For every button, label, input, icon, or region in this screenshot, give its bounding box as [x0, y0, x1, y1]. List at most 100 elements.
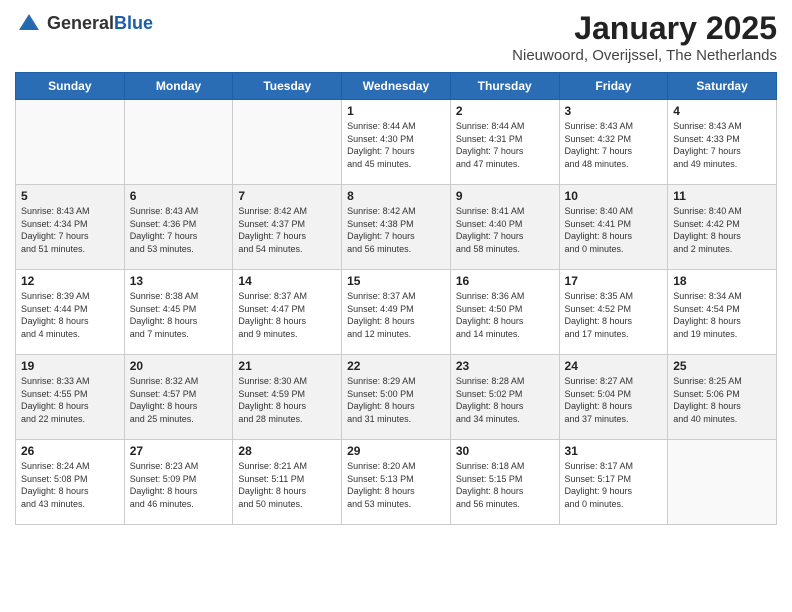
calendar-subtitle: Nieuwoord, Overijssel, The Netherlands — [512, 47, 777, 64]
logo: GeneralBlue — [15, 10, 153, 38]
day-number: 30 — [456, 444, 554, 458]
day-number: 15 — [347, 274, 445, 288]
day-info: Sunrise: 8:40 AM Sunset: 4:42 PM Dayligh… — [673, 205, 771, 255]
day-info: Sunrise: 8:37 AM Sunset: 4:47 PM Dayligh… — [238, 290, 336, 340]
day-cell: 2 Sunrise: 8:44 AM Sunset: 4:31 PM Daylig… — [450, 100, 559, 185]
day-number: 26 — [21, 444, 119, 458]
day-cell: 9 Sunrise: 8:41 AM Sunset: 4:40 PM Daylig… — [450, 185, 559, 270]
day-number: 27 — [130, 444, 228, 458]
day-number: 7 — [238, 189, 336, 203]
day-cell: 7 Sunrise: 8:42 AM Sunset: 4:37 PM Daylig… — [233, 185, 342, 270]
day-info: Sunrise: 8:24 AM Sunset: 5:08 PM Dayligh… — [21, 460, 119, 510]
day-info: Sunrise: 8:43 AM Sunset: 4:32 PM Dayligh… — [565, 120, 663, 170]
header-cell-wednesday: Wednesday — [342, 73, 451, 100]
day-cell: 16 Sunrise: 8:36 AM Sunset: 4:50 PM Dayli… — [450, 270, 559, 355]
day-number: 2 — [456, 104, 554, 118]
day-number: 4 — [673, 104, 771, 118]
day-cell: 13 Sunrise: 8:38 AM Sunset: 4:45 PM Dayli… — [124, 270, 233, 355]
day-number: 24 — [565, 359, 663, 373]
day-info: Sunrise: 8:40 AM Sunset: 4:41 PM Dayligh… — [565, 205, 663, 255]
day-cell: 31 Sunrise: 8:17 AM Sunset: 5:17 PM Dayli… — [559, 440, 668, 525]
day-cell: 11 Sunrise: 8:40 AM Sunset: 4:42 PM Dayli… — [668, 185, 777, 270]
day-number: 31 — [565, 444, 663, 458]
day-info: Sunrise: 8:39 AM Sunset: 4:44 PM Dayligh… — [21, 290, 119, 340]
day-cell: 25Sunrise: 8:25 AM Sunset: 5:06 PM Dayli… — [668, 355, 777, 440]
day-cell: 17Sunrise: 8:35 AM Sunset: 4:52 PM Dayli… — [559, 270, 668, 355]
day-info: Sunrise: 8:18 AM Sunset: 5:15 PM Dayligh… — [456, 460, 554, 510]
logo-text-blue: Blue — [114, 13, 153, 33]
header-cell-monday: Monday — [124, 73, 233, 100]
day-cell: 27 Sunrise: 8:23 AM Sunset: 5:09 PM Dayli… — [124, 440, 233, 525]
day-cell — [233, 100, 342, 185]
day-cell: 1 Sunrise: 8:44 AM Sunset: 4:30 PM Daylig… — [342, 100, 451, 185]
header-cell-sunday: Sunday — [16, 73, 125, 100]
header-cell-thursday: Thursday — [450, 73, 559, 100]
day-number: 28 — [238, 444, 336, 458]
day-number: 8 — [347, 189, 445, 203]
day-cell: 29Sunrise: 8:20 AM Sunset: 5:13 PM Dayli… — [342, 440, 451, 525]
day-cell — [124, 100, 233, 185]
day-info: Sunrise: 8:27 AM Sunset: 5:04 PM Dayligh… — [565, 375, 663, 425]
header: GeneralBlue January 2025 Nieuwoord, Over… — [15, 10, 777, 64]
day-number: 5 — [21, 189, 119, 203]
calendar-table: SundayMondayTuesdayWednesdayThursdayFrid… — [15, 72, 777, 525]
day-info: Sunrise: 8:33 AM Sunset: 4:55 PM Dayligh… — [21, 375, 119, 425]
day-number: 11 — [673, 189, 771, 203]
day-info: Sunrise: 8:30 AM Sunset: 4:59 PM Dayligh… — [238, 375, 336, 425]
day-cell: 28 Sunrise: 8:21 AM Sunset: 5:11 PM Dayli… — [233, 440, 342, 525]
day-info: Sunrise: 8:25 AM Sunset: 5:06 PM Dayligh… — [673, 375, 771, 425]
day-cell: 15 Sunrise: 8:37 AM Sunset: 4:49 PM Dayli… — [342, 270, 451, 355]
day-cell — [16, 100, 125, 185]
day-number: 19 — [21, 359, 119, 373]
day-info: Sunrise: 8:44 AM Sunset: 4:31 PM Dayligh… — [456, 120, 554, 170]
day-info: Sunrise: 8:36 AM Sunset: 4:50 PM Dayligh… — [456, 290, 554, 340]
day-number: 12 — [21, 274, 119, 288]
header-row: SundayMondayTuesdayWednesdayThursdayFrid… — [16, 73, 777, 100]
day-cell: 5 Sunrise: 8:43 AM Sunset: 4:34 PM Daylig… — [16, 185, 125, 270]
calendar-title: January 2025 — [512, 10, 777, 47]
day-info: Sunrise: 8:41 AM Sunset: 4:40 PM Dayligh… — [456, 205, 554, 255]
day-cell: 23Sunrise: 8:28 AM Sunset: 5:02 PM Dayli… — [450, 355, 559, 440]
day-number: 22 — [347, 359, 445, 373]
day-info: Sunrise: 8:44 AM Sunset: 4:30 PM Dayligh… — [347, 120, 445, 170]
day-cell: 14Sunrise: 8:37 AM Sunset: 4:47 PM Dayli… — [233, 270, 342, 355]
day-number: 29 — [347, 444, 445, 458]
header-cell-saturday: Saturday — [668, 73, 777, 100]
day-number: 13 — [130, 274, 228, 288]
day-cell: 10 Sunrise: 8:40 AM Sunset: 4:41 PM Dayli… — [559, 185, 668, 270]
day-number: 23 — [456, 359, 554, 373]
day-number: 18 — [673, 274, 771, 288]
day-cell: 19 Sunrise: 8:33 AM Sunset: 4:55 PM Dayli… — [16, 355, 125, 440]
day-cell: 12 Sunrise: 8:39 AM Sunset: 4:44 PM Dayli… — [16, 270, 125, 355]
day-info: Sunrise: 8:43 AM Sunset: 4:36 PM Dayligh… — [130, 205, 228, 255]
day-info: Sunrise: 8:32 AM Sunset: 4:57 PM Dayligh… — [130, 375, 228, 425]
day-number: 16 — [456, 274, 554, 288]
day-number: 9 — [456, 189, 554, 203]
header-cell-friday: Friday — [559, 73, 668, 100]
day-number: 20 — [130, 359, 228, 373]
day-info: Sunrise: 8:43 AM Sunset: 4:34 PM Dayligh… — [21, 205, 119, 255]
day-number: 1 — [347, 104, 445, 118]
day-info: Sunrise: 8:37 AM Sunset: 4:49 PM Dayligh… — [347, 290, 445, 340]
day-cell: 4 Sunrise: 8:43 AM Sunset: 4:33 PM Daylig… — [668, 100, 777, 185]
day-info: Sunrise: 8:42 AM Sunset: 4:37 PM Dayligh… — [238, 205, 336, 255]
day-number: 3 — [565, 104, 663, 118]
day-number: 10 — [565, 189, 663, 203]
day-cell: 24 Sunrise: 8:27 AM Sunset: 5:04 PM Dayli… — [559, 355, 668, 440]
day-info: Sunrise: 8:17 AM Sunset: 5:17 PM Dayligh… — [565, 460, 663, 510]
calendar-body: 1 Sunrise: 8:44 AM Sunset: 4:30 PM Daylig… — [16, 100, 777, 525]
day-info: Sunrise: 8:21 AM Sunset: 5:11 PM Dayligh… — [238, 460, 336, 510]
day-info: Sunrise: 8:23 AM Sunset: 5:09 PM Dayligh… — [130, 460, 228, 510]
week-row-5: 26 Sunrise: 8:24 AM Sunset: 5:08 PM Dayli… — [16, 440, 777, 525]
day-info: Sunrise: 8:38 AM Sunset: 4:45 PM Dayligh… — [130, 290, 228, 340]
logo-icon — [15, 10, 43, 38]
day-cell: 3 Sunrise: 8:43 AM Sunset: 4:32 PM Daylig… — [559, 100, 668, 185]
day-cell: 22Sunrise: 8:29 AM Sunset: 5:00 PM Dayli… — [342, 355, 451, 440]
day-info: Sunrise: 8:43 AM Sunset: 4:33 PM Dayligh… — [673, 120, 771, 170]
week-row-2: 5 Sunrise: 8:43 AM Sunset: 4:34 PM Daylig… — [16, 185, 777, 270]
day-cell: 20 Sunrise: 8:32 AM Sunset: 4:57 PM Dayli… — [124, 355, 233, 440]
day-number: 21 — [238, 359, 336, 373]
day-info: Sunrise: 8:42 AM Sunset: 4:38 PM Dayligh… — [347, 205, 445, 255]
day-cell: 26 Sunrise: 8:24 AM Sunset: 5:08 PM Dayli… — [16, 440, 125, 525]
day-info: Sunrise: 8:34 AM Sunset: 4:54 PM Dayligh… — [673, 290, 771, 340]
